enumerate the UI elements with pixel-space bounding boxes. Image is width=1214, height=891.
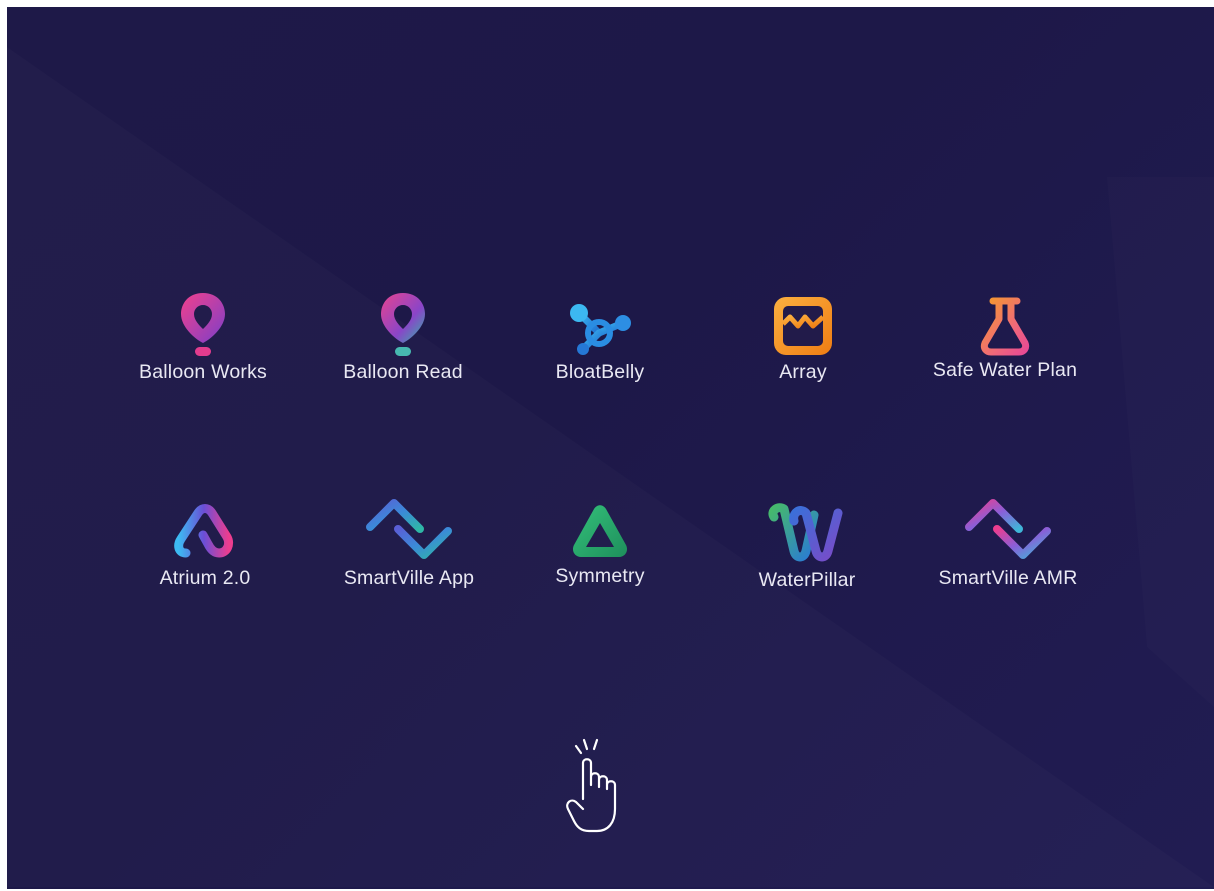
app-label: BloatBelly bbox=[555, 361, 645, 383]
triangle-icon bbox=[572, 505, 628, 557]
app-bloatbelly[interactable]: BloatBelly bbox=[500, 297, 700, 384]
app-label: Balloon Read bbox=[343, 361, 463, 383]
app-label: Array bbox=[779, 361, 827, 383]
balloon-teal-icon bbox=[381, 293, 425, 356]
app-symmetry[interactable]: Symmetry bbox=[500, 499, 700, 588]
app-label: Balloon Works bbox=[139, 361, 267, 383]
atrium-a-icon bbox=[174, 504, 234, 558]
tap-hand-icon bbox=[566, 738, 617, 833]
app-balloon-read[interactable]: Balloon Read bbox=[303, 287, 503, 384]
flask-icon bbox=[980, 297, 1030, 356]
app-label: WaterPillar bbox=[758, 569, 856, 591]
app-array[interactable]: Array bbox=[703, 293, 903, 384]
app-label: Atrium 2.0 bbox=[159, 567, 251, 589]
balloon-pink-icon bbox=[181, 293, 225, 356]
app-smartville-amr[interactable]: SmartVille AMR bbox=[908, 493, 1108, 590]
app-label: Symmetry bbox=[555, 565, 645, 587]
launcher-screen: Balloon Works Balloon Read BloatBelly Ar… bbox=[7, 7, 1214, 889]
app-balloon-works[interactable]: Balloon Works bbox=[103, 287, 303, 384]
app-atrium[interactable]: Atrium 2.0 bbox=[105, 499, 305, 590]
app-waterpillar[interactable]: WaterPillar bbox=[707, 499, 907, 592]
molecule-icon bbox=[570, 304, 631, 355]
app-label: Safe Water Plan bbox=[932, 359, 1078, 381]
smartville-amr-chevron-icon bbox=[965, 499, 1051, 559]
array-wave-icon bbox=[774, 297, 832, 355]
app-safe-water-plan[interactable]: Safe Water Plan bbox=[905, 293, 1105, 382]
app-label: SmartVille AMR bbox=[938, 567, 1078, 589]
double-w-icon bbox=[768, 503, 843, 562]
smartville-chevron-icon bbox=[366, 499, 452, 559]
app-smartville[interactable]: SmartVille App bbox=[309, 493, 509, 590]
app-label: SmartVille App bbox=[343, 567, 475, 589]
